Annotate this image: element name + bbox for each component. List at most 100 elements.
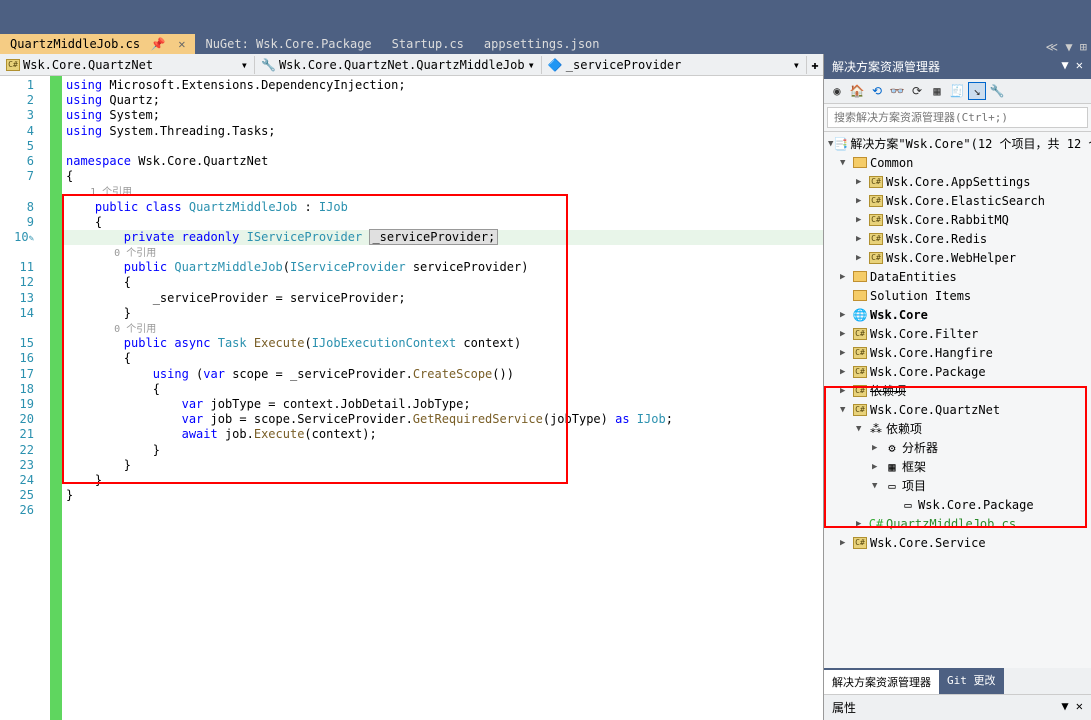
solution-icon: 📑 [833, 137, 848, 151]
expand-arrow[interactable]: ▶ [856, 519, 868, 529]
breadcrumb-class[interactable]: 🔧 Wsk.Core.QuartzNet.QuartzMiddleJob ▾ [255, 56, 542, 74]
tree-item[interactable]: ▶DataEntities [824, 267, 1091, 286]
tree-item[interactable]: ▶C#Wsk.Core.Service [824, 533, 1091, 552]
node-icon: C# [868, 232, 884, 246]
title-bar [0, 0, 1091, 30]
expand-arrow[interactable]: ▶ [840, 272, 852, 282]
node-icon: C# [868, 175, 884, 189]
expand-arrow[interactable]: ▶ [856, 234, 868, 244]
expand-arrow[interactable]: ▼ [856, 424, 868, 434]
node-label: 分析器 [902, 439, 938, 456]
tree-item[interactable]: ▼C#Wsk.Core.QuartzNet [824, 400, 1091, 419]
split-icon[interactable]: ✚ [807, 58, 823, 72]
node-label: 依赖项 [886, 420, 922, 437]
tab-git[interactable]: Git 更改 [939, 668, 1004, 694]
node-label: Wsk.Core.ElasticSearch [886, 194, 1045, 208]
expand-arrow[interactable]: ▶ [840, 329, 852, 339]
tree-item[interactable]: Solution Items [824, 286, 1091, 305]
tree-item[interactable]: ▶C#Wsk.Core.RabbitMQ [824, 210, 1091, 229]
tree-item[interactable]: ▶C#Wsk.Core.Hangfire [824, 343, 1091, 362]
solution-tree[interactable]: ▼ 📑 解决方案"Wsk.Core"(12 个项目，共 12 个 ▼ Common… [824, 132, 1091, 668]
wrench-icon[interactable]: 🔧 [988, 82, 1006, 100]
solution-explorer: 解决方案资源管理器 ▼ ✕ ◉ 🏠 ⟲ 👓 ⟳ ▦ 🧾 ↘ 🔧 ▼ 📑 解决方案… [824, 54, 1091, 720]
chevron-down-icon: ▾ [241, 58, 248, 72]
node-icon: C# [868, 213, 884, 227]
tree-item[interactable]: ▶C#Wsk.Core.Package [824, 362, 1091, 381]
tab-overflow-icon[interactable]: ≪ ▼ ⊞ [1042, 40, 1091, 54]
node-icon: ⚙ [884, 441, 900, 455]
node-label: Common [870, 156, 913, 170]
expand-arrow[interactable]: ▶ [856, 215, 868, 225]
search-input[interactable] [827, 107, 1088, 128]
properties-panel-title: 属性 ▼ ✕ [824, 694, 1091, 720]
tree-item[interactable]: ▶⚙分析器 [824, 438, 1091, 457]
expand-arrow[interactable]: ▶ [872, 462, 884, 472]
back-icon[interactable]: ◉ [828, 82, 846, 100]
node-label: Wsk.Core.Filter [870, 327, 978, 341]
doc-tab[interactable]: appsettings.json [474, 34, 610, 54]
tree-item[interactable]: ▶C#Wsk.Core.WebHelper [824, 248, 1091, 267]
tree-item[interactable]: ▼⁂依赖项 [824, 419, 1091, 438]
sync-icon[interactable]: ⟲ [868, 82, 886, 100]
doc-tab-active[interactable]: QuartzMiddleJob.cs 📌 ✕ [0, 34, 195, 54]
node-icon: ▦ [884, 460, 900, 474]
expand-arrow[interactable]: ▼ [840, 405, 852, 415]
code-area[interactable]: 12345678910✎1112131415161718192021222324… [0, 76, 823, 720]
expand-arrow[interactable]: ▶ [872, 443, 884, 453]
tree-item[interactable]: ▶C#Wsk.Core.Redis [824, 229, 1091, 248]
node-label: Wsk.Core.Package [870, 365, 986, 379]
tree-item[interactable]: ▶C#Wsk.Core.ElasticSearch [824, 191, 1091, 210]
node-icon: C# [852, 346, 868, 360]
solution-root[interactable]: ▼ 📑 解决方案"Wsk.Core"(12 个项目，共 12 个 [824, 134, 1091, 153]
properties-icon[interactable]: 🧾 [948, 82, 966, 100]
expand-arrow[interactable]: ▶ [856, 196, 868, 206]
expand-arrow[interactable]: ▶ [856, 177, 868, 187]
tree-item[interactable]: ▶🌐Wsk.Core [824, 305, 1091, 324]
node-icon: C# [852, 365, 868, 379]
tree-item[interactable]: ▼ Common [824, 153, 1091, 172]
close-icon[interactable]: ✕ [178, 37, 185, 51]
doc-tab[interactable]: NuGet: Wsk.Core.Package [195, 34, 381, 54]
node-icon: C# [852, 536, 868, 550]
code-text[interactable]: using Microsoft.Extensions.DependencyInj… [62, 76, 823, 720]
node-label: Wsk.Core [870, 308, 928, 322]
tab-explorer[interactable]: 解决方案资源管理器 [824, 668, 939, 694]
expand-arrow[interactable]: ▶ [840, 538, 852, 548]
node-label: Wsk.Core.Service [870, 536, 986, 550]
tree-item[interactable]: ▶▦框架 [824, 457, 1091, 476]
node-icon [852, 270, 868, 284]
pin-icon[interactable]: 📌 [151, 37, 166, 51]
home-icon[interactable]: 🏠 [848, 82, 866, 100]
panel-menu-icon[interactable]: ▼ ✕ [1061, 699, 1083, 713]
collapse-icon[interactable]: ↘ [968, 82, 986, 100]
document-tab-bar: QuartzMiddleJob.cs 📌 ✕ NuGet: Wsk.Core.P… [0, 30, 1091, 54]
expand-arrow[interactable]: ▶ [856, 253, 868, 263]
tree-item[interactable]: ▭Wsk.Core.Package [824, 495, 1091, 514]
node-icon: C# [868, 194, 884, 208]
refresh-icon[interactable]: ⟳ [908, 82, 926, 100]
expand-arrow[interactable]: ▶ [840, 310, 852, 320]
node-icon: C# [852, 384, 868, 398]
panel-title: 解决方案资源管理器 ▼ ✕ [824, 54, 1091, 79]
show-all-icon[interactable]: ▦ [928, 82, 946, 100]
expand-arrow[interactable]: ▼ [872, 481, 884, 491]
doc-tab[interactable]: Startup.cs [382, 34, 474, 54]
node-icon: C# [852, 403, 868, 417]
expand-arrow[interactable]: ▶ [840, 386, 852, 396]
tool-icon[interactable]: 👓 [888, 82, 906, 100]
tree-item[interactable]: ▼▭项目 [824, 476, 1091, 495]
node-icon: C# [868, 251, 884, 265]
tree-item[interactable]: ▶C#Wsk.Core.Filter [824, 324, 1091, 343]
tree-item[interactable]: ▶C#Wsk.Core.AppSettings [824, 172, 1091, 191]
expand-arrow[interactable]: ▶ [840, 348, 852, 358]
node-icon: ▭ [884, 479, 900, 493]
nav-breadcrumb: C# Wsk.Core.QuartzNet ▾ 🔧 Wsk.Core.Quart… [0, 54, 823, 76]
expand-arrow[interactable]: ▶ [840, 367, 852, 377]
breadcrumb-member[interactable]: 🔷 _serviceProvider ▾ [542, 56, 807, 74]
expand-arrow[interactable]: ▼ [840, 158, 852, 168]
node-label: Wsk.Core.QuartzNet [870, 403, 1000, 417]
breadcrumb-namespace[interactable]: C# Wsk.Core.QuartzNet ▾ [0, 56, 255, 74]
panel-menu-icon[interactable]: ▼ ✕ [1061, 58, 1083, 75]
tree-item[interactable]: ▶C#QuartzMiddleJob.cs [824, 514, 1091, 533]
tree-item[interactable]: ▶C#依赖项 [824, 381, 1091, 400]
